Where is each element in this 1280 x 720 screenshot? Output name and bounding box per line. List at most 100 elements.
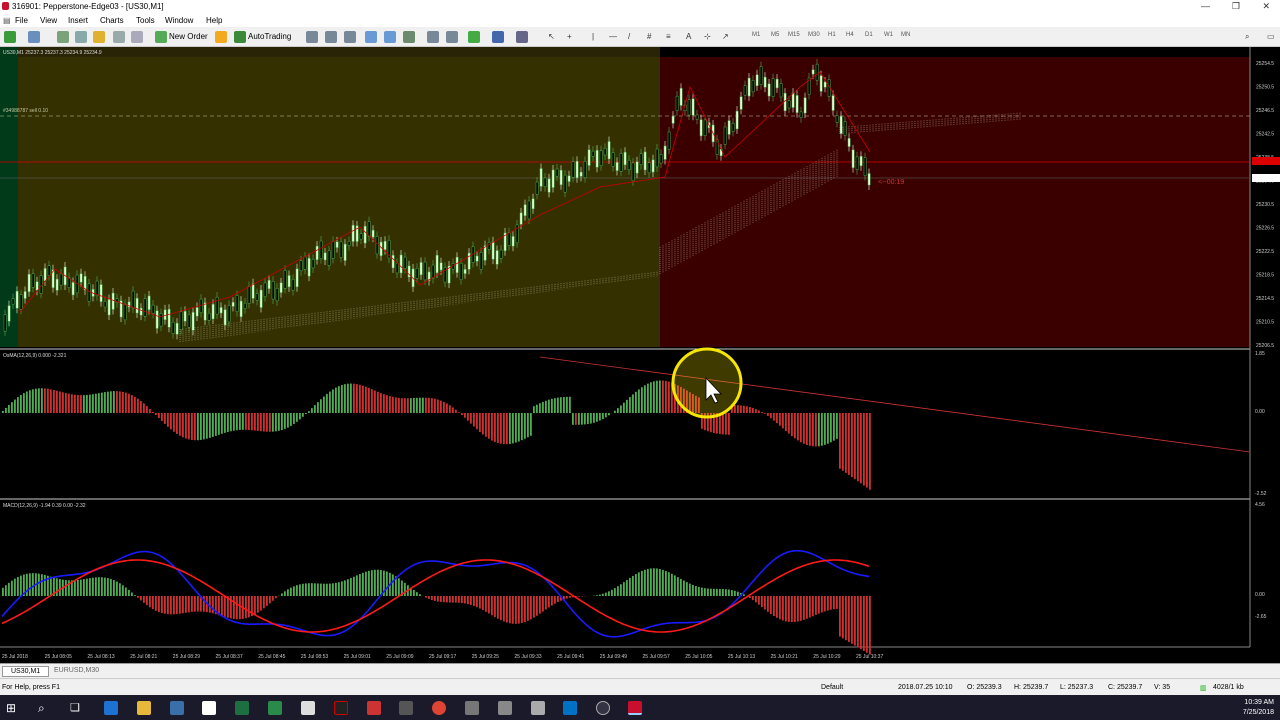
- search-icon[interactable]: ⌕: [38, 701, 52, 715]
- vertical-line-icon[interactable]: |: [592, 32, 594, 41]
- menu-charts[interactable]: Charts: [100, 16, 124, 25]
- timeframe-mn[interactable]: MN: [901, 32, 910, 38]
- amazon-icon[interactable]: [202, 701, 216, 715]
- horizontal-line-icon[interactable]: —: [609, 32, 617, 41]
- app-icon-1[interactable]: [498, 701, 512, 715]
- search-icon[interactable]: ⌕: [1245, 32, 1249, 42]
- profiles-icon[interactable]: [28, 31, 40, 43]
- timeframe-d1[interactable]: D1: [865, 32, 873, 38]
- timeframe-w1[interactable]: W1: [884, 32, 893, 38]
- task-view-icon[interactable]: ❏: [70, 701, 84, 715]
- feather-icon[interactable]: [465, 701, 479, 715]
- calculator-icon[interactable]: [301, 701, 315, 715]
- new-chart-icon[interactable]: [4, 31, 16, 43]
- macd-bar: [773, 596, 775, 617]
- data-window-icon[interactable]: [75, 31, 87, 43]
- tab-eurusd[interactable]: EURUSD,M30: [46, 666, 107, 677]
- chart-canvas[interactable]: 25254.525250.525246.525242.525238.525234…: [0, 47, 1280, 662]
- cursor-icon[interactable]: ↖: [548, 32, 555, 41]
- macd-bar: [152, 596, 154, 610]
- osma-bar: [32, 389, 34, 413]
- text-label-icon[interactable]: A: [686, 32, 691, 41]
- macd-bar: [836, 596, 838, 609]
- candle-body: [747, 77, 751, 97]
- tools-icon[interactable]: [399, 701, 413, 715]
- metaeditor-icon[interactable]: [215, 31, 227, 43]
- crosshair-icon[interactable]: +: [567, 32, 572, 41]
- terminal-icon[interactable]: [113, 31, 125, 43]
- excel-icon[interactable]: [235, 701, 249, 715]
- windows-start-icon[interactable]: ⊞: [6, 701, 20, 715]
- candle-body: [167, 309, 171, 328]
- menu-insert[interactable]: Insert: [68, 16, 88, 25]
- macd-bar: [806, 596, 808, 619]
- market-watch-icon[interactable]: [57, 31, 69, 43]
- minimize-icon[interactable]: —: [1201, 1, 1210, 11]
- menu-tools[interactable]: Tools: [136, 16, 155, 25]
- pdf-icon[interactable]: [367, 701, 381, 715]
- tab-us30[interactable]: US30,M1: [2, 666, 50, 677]
- zoom-out-icon[interactable]: [384, 31, 396, 43]
- timeframe-h1[interactable]: H1: [828, 32, 836, 38]
- osma-bar: [188, 413, 190, 440]
- candle-body: [403, 256, 407, 269]
- order-line-label[interactable]: #34988787 sell 0.10: [3, 108, 48, 114]
- candlestick-icon[interactable]: [325, 31, 337, 43]
- osma-bar: [839, 413, 841, 469]
- menu-view[interactable]: View: [40, 16, 57, 25]
- autoscroll-icon[interactable]: [427, 31, 439, 43]
- macd-bar: [818, 596, 820, 614]
- line-chart-icon[interactable]: [344, 31, 356, 43]
- bar-chart-icon[interactable]: [306, 31, 318, 43]
- periods-icon[interactable]: [492, 31, 504, 43]
- pepperstone-icon[interactable]: [628, 701, 642, 715]
- trendline-icon[interactable]: /: [628, 32, 630, 41]
- osma-bar: [167, 413, 169, 427]
- file-explorer-icon[interactable]: [137, 701, 151, 715]
- new-order-button[interactable]: New Order: [169, 32, 208, 41]
- menu-file[interactable]: File: [15, 16, 28, 25]
- autotrading-icon[interactable]: [234, 31, 246, 43]
- arrows-icon[interactable]: ↗: [722, 32, 729, 41]
- close-icon[interactable]: ✕: [1262, 1, 1270, 12]
- chart-app-icon[interactable]: [268, 701, 282, 715]
- chart-shift-icon[interactable]: [446, 31, 458, 43]
- profile-name[interactable]: Default: [821, 684, 843, 691]
- chart-window[interactable]: 25254.525250.525246.525242.525238.525234…: [0, 47, 1280, 662]
- chat-icon[interactable]: ▭: [1267, 32, 1275, 41]
- new-order-icon[interactable]: [155, 31, 167, 43]
- autotrading-button[interactable]: AutoTrading: [248, 32, 291, 41]
- chrome-icon[interactable]: [432, 701, 446, 715]
- tester-icon[interactable]: [131, 31, 143, 43]
- gann-icon[interactable]: ⊹: [704, 32, 711, 41]
- tile-windows-icon[interactable]: [403, 31, 415, 43]
- system-clock[interactable]: 10:39 AM 7/25/2018: [1243, 698, 1274, 718]
- timeframe-h4[interactable]: H4: [846, 32, 854, 38]
- osma-bar: [560, 397, 562, 413]
- osma-bar: [545, 400, 547, 413]
- indicators-icon[interactable]: [468, 31, 480, 43]
- timeframe-m5[interactable]: M5: [771, 32, 779, 38]
- navigator-icon[interactable]: [93, 31, 105, 43]
- app-icon-2[interactable]: [531, 701, 545, 715]
- menu-help[interactable]: Help: [206, 16, 222, 25]
- osma-bar: [632, 394, 634, 413]
- timeframe-m15[interactable]: M15: [788, 32, 800, 38]
- timeframe-m30[interactable]: M30: [808, 32, 820, 38]
- menu-window[interactable]: Window: [165, 16, 193, 25]
- osma-bar: [491, 413, 493, 441]
- templates-icon[interactable]: [516, 31, 528, 43]
- store-icon[interactable]: [170, 701, 184, 715]
- zoom-in-icon[interactable]: [365, 31, 377, 43]
- edge-browser-icon[interactable]: [104, 701, 118, 715]
- media-icon[interactable]: [596, 701, 610, 715]
- fibonacci-icon[interactable]: ≡: [666, 32, 671, 41]
- macd-bar: [620, 584, 622, 596]
- restore-icon[interactable]: ❐: [1232, 1, 1240, 12]
- osma-bar: [794, 413, 796, 439]
- timeframe-m1[interactable]: M1: [752, 32, 760, 38]
- equidistant-channel-icon[interactable]: #: [647, 32, 651, 41]
- outlook-icon[interactable]: [563, 701, 577, 715]
- osma-trendline[interactable]: [539, 356, 1251, 453]
- k-app-icon[interactable]: [334, 701, 348, 715]
